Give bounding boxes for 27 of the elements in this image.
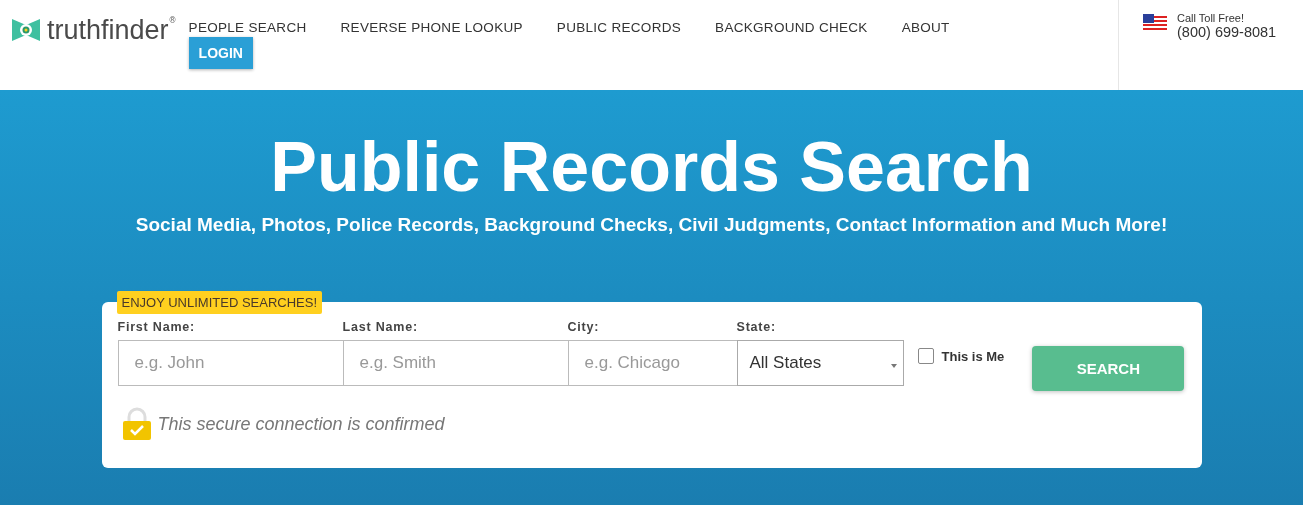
field-label: First Name:	[117, 320, 197, 334]
flag-icon	[1143, 14, 1167, 32]
nav-link[interactable]: REVERSE PHONE LOOKUP	[340, 20, 523, 35]
phone-number[interactable]: (800) 699-8081	[1177, 24, 1277, 40]
eye-logo-icon	[10, 17, 42, 43]
input-field[interactable]: e.g. John	[117, 340, 344, 386]
field-label: State:	[736, 320, 778, 334]
padlock-icon	[121, 407, 152, 441]
state-dropdown[interactable]: All States	[736, 340, 904, 386]
logo[interactable]: truthfinder®	[0, 0, 177, 44]
secure-note: This secure connection is confirmed	[157, 413, 445, 435]
field-label: Last Name:	[342, 320, 419, 334]
promo-badge: ENJOY UNLIMITED SEARCHES!	[116, 291, 323, 314]
nav-link[interactable]: PEOPLE SEARCH	[188, 20, 307, 35]
input-field[interactable]: e.g. Chicago	[567, 340, 738, 386]
registered-mark: ®	[168, 16, 177, 25]
input-field[interactable]: e.g. Smith	[342, 340, 569, 386]
nav-link[interactable]: ABOUT	[901, 20, 950, 35]
page-title: Public Records Search	[270, 132, 1033, 202]
call-caption: Call Toll Free!	[1177, 12, 1246, 24]
nav-link[interactable]: BACKGROUND CHECK	[715, 20, 868, 35]
field-label: City:	[567, 320, 601, 334]
checkbox[interactable]	[917, 348, 934, 364]
page-subtitle: Social Media, Photos, Police Records, Background Checks, Civil Judgments, Contact Information and Much More!	[135, 214, 1168, 236]
checkbox-label[interactable]: This is Me	[941, 348, 1005, 364]
caret-icon	[890, 364, 897, 368]
nav-link[interactable]: PUBLIC RECORDS	[556, 20, 682, 35]
